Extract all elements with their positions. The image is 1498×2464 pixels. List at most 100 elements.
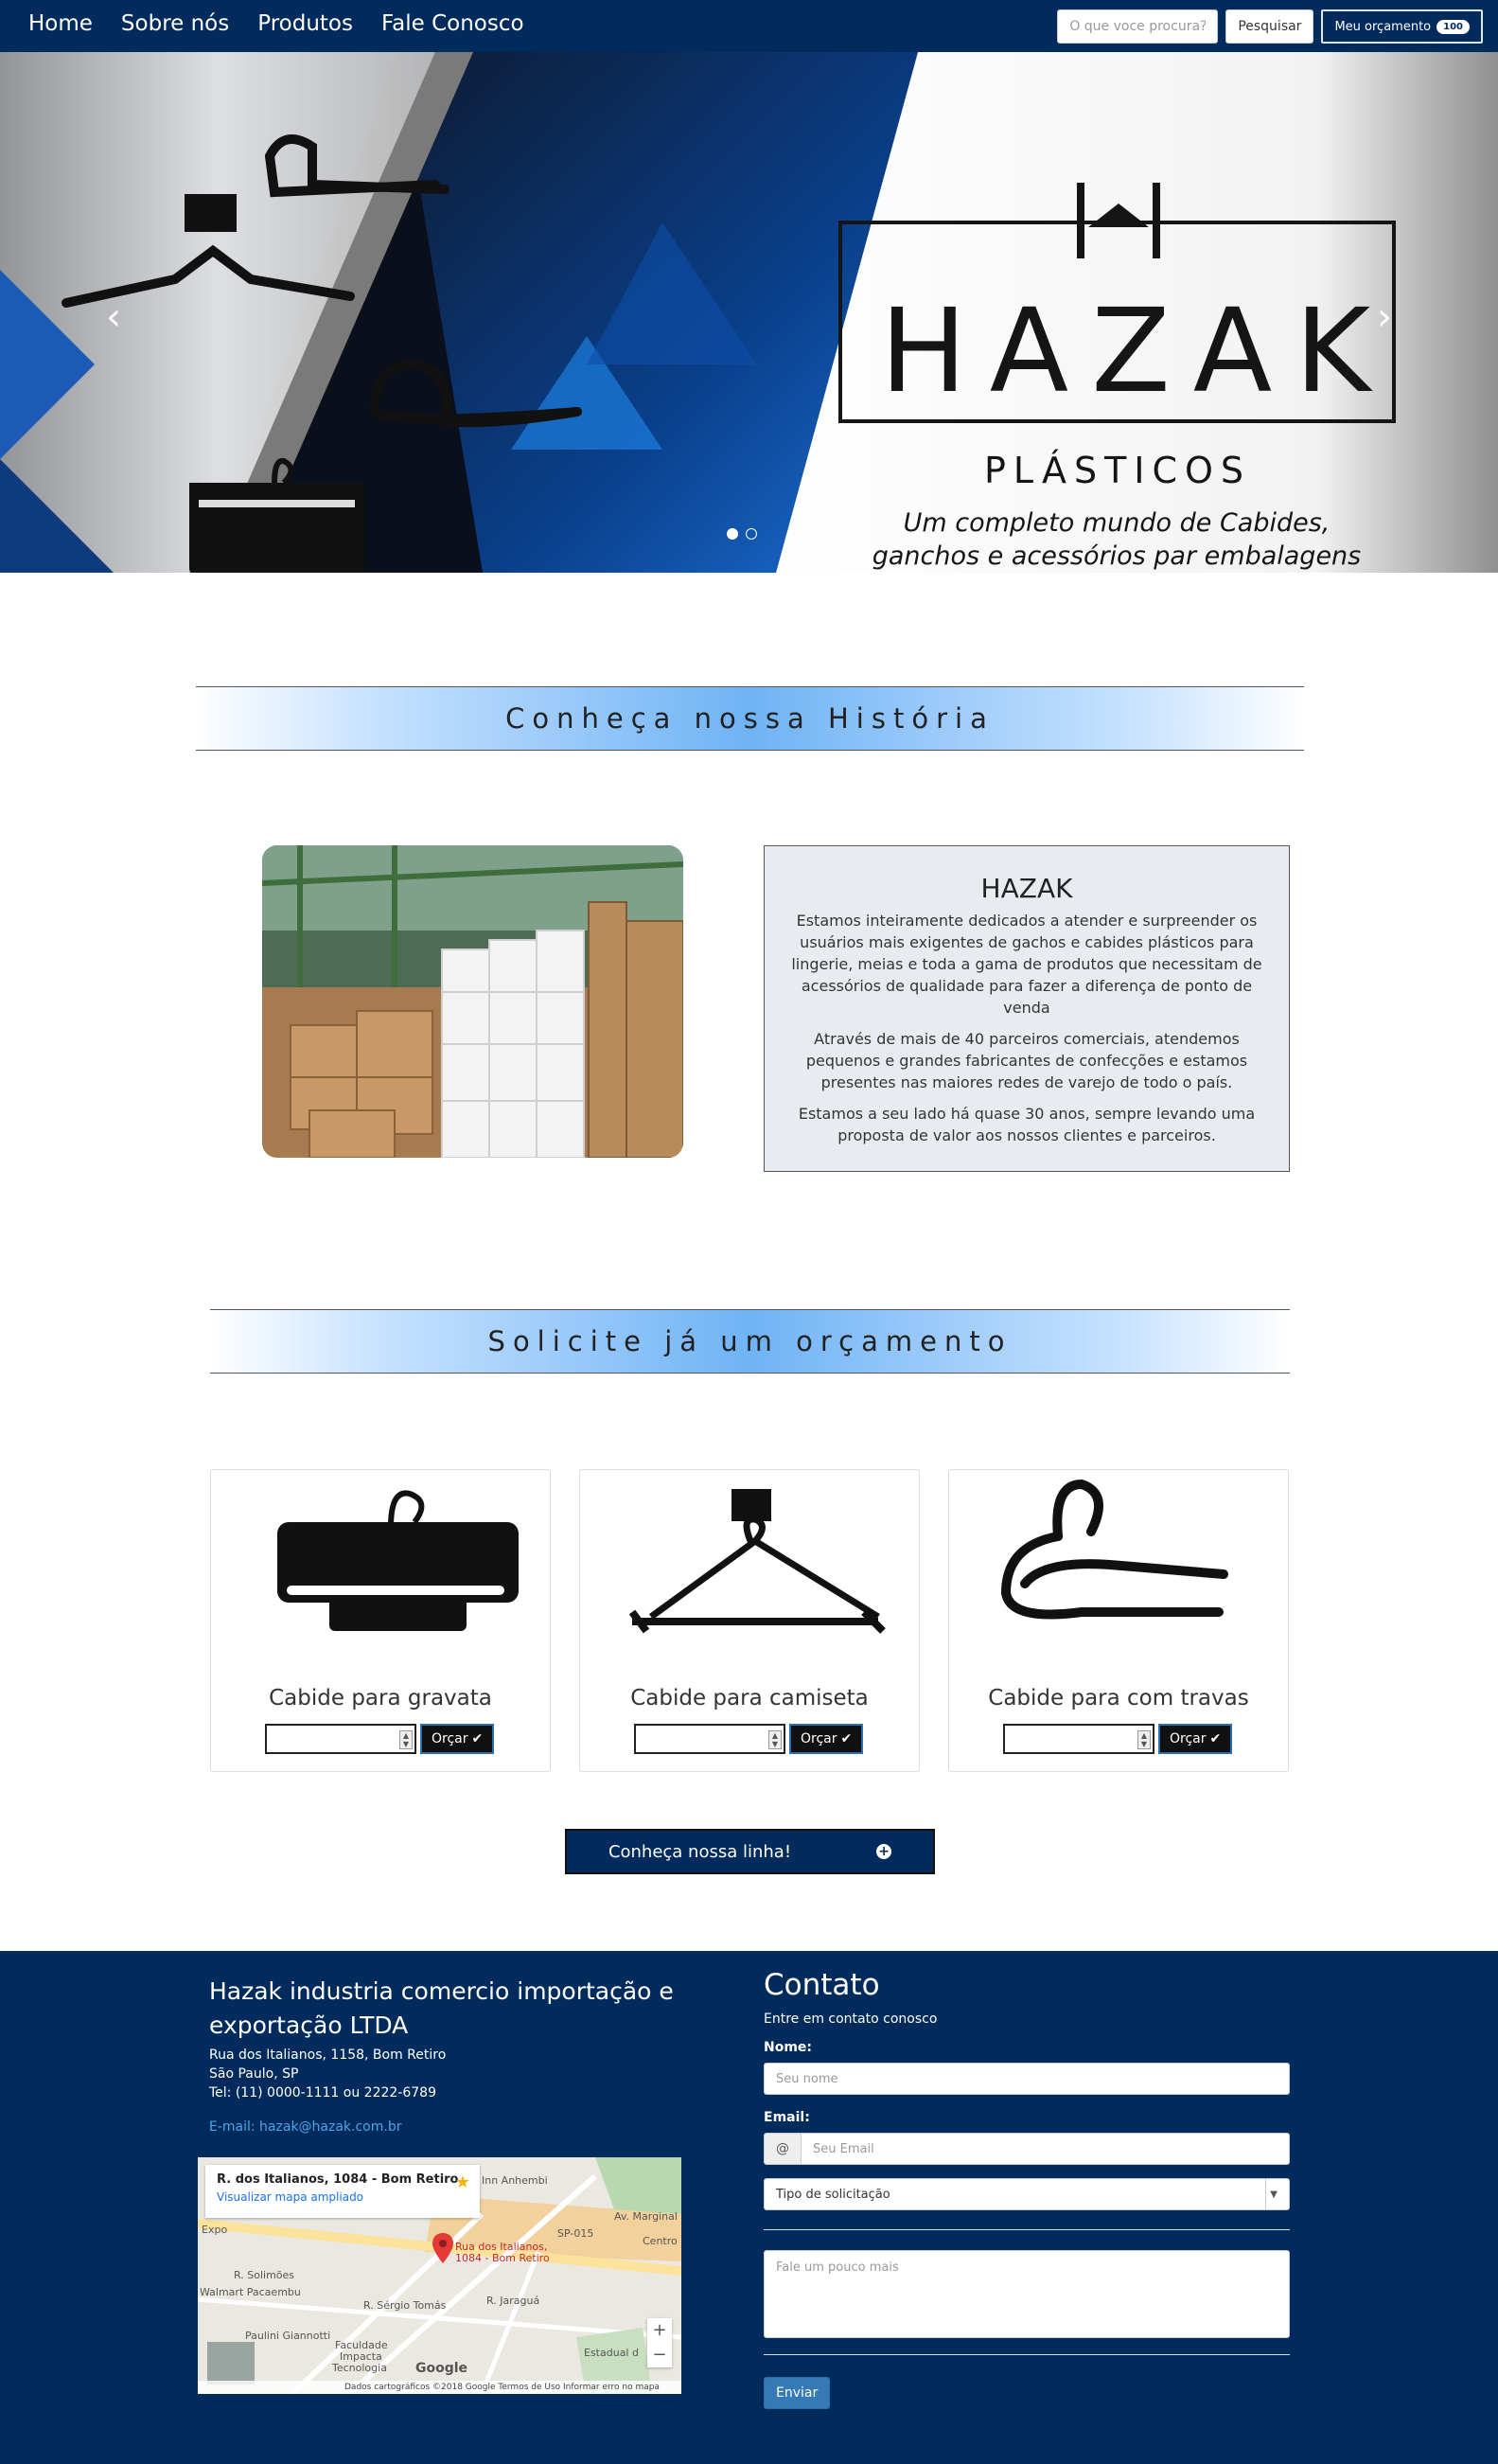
quote-form: ▲ ▼ Orçar ✔ — [1003, 1724, 1233, 1754]
lock-hanger-icon — [1000, 1479, 1228, 1620]
nav-link-produtos[interactable]: Produtos — [257, 11, 353, 36]
quantity-spinner-icon[interactable]: ▲ ▼ — [768, 1730, 782, 1749]
cart-button[interactable]: Meu orçamento 100 — [1321, 9, 1483, 44]
name-field[interactable] — [764, 2063, 1290, 2095]
map-enlarge-link[interactable]: Visualizar mapa ampliado — [217, 2190, 468, 2204]
quantity-input[interactable]: ▲ ▼ — [265, 1724, 416, 1754]
address-line-2: São Paulo, SP — [209, 2066, 299, 2082]
history-heading: Conheça nossa História — [196, 686, 1304, 751]
carousel-next-icon[interactable]: › — [1366, 289, 1403, 346]
map-label: Centro — [643, 2235, 678, 2247]
carousel-prev-icon[interactable]: ‹ — [95, 289, 132, 346]
email-label: Email: — [764, 2110, 810, 2125]
email-link[interactable]: E-mail: hazak@hazak.com.br — [209, 2119, 401, 2135]
hero-carousel: HAZAK PLÁSTICOS Um completo mundo de Cab… — [0, 52, 1498, 573]
quote-button[interactable]: Orçar ✔ — [789, 1724, 864, 1754]
map-label: R. Jaraguá — [486, 2295, 540, 2307]
check-icon: ✔ — [471, 1731, 484, 1746]
plus-circle-icon: + — [876, 1844, 892, 1859]
address-line-1: Rua dos Italianos, 1158, Bom Retiro — [209, 2047, 447, 2063]
about-paragraph-3: Estamos a seu lado há quase 30 anos, sem… — [798, 1105, 1256, 1144]
star-icon[interactable]: ★ — [455, 2172, 470, 2192]
nav-actions: Pesquisar Meu orçamento 100 — [1057, 9, 1483, 44]
form-divider — [764, 2354, 1290, 2355]
map-pin-icon[interactable] — [432, 2233, 453, 2267]
history-heading-text: Conheça nossa História — [505, 702, 995, 735]
request-type-value: Tipo de solicitação — [776, 2187, 890, 2202]
about-paragraph-1: Estamos inteiramente dedicados a atender… — [791, 912, 1262, 1017]
product-title: Cabide para camiseta — [630, 1686, 869, 1711]
quantity-spinner-icon[interactable]: ▲ ▼ — [399, 1730, 413, 1749]
product-card-3: Cabide para com travas ▲ ▼ Orçar ✔ — [948, 1469, 1289, 1772]
map-label: Walmart Pacaembu — [200, 2286, 301, 2298]
quantity-spinner-icon[interactable]: ▲ ▼ — [1137, 1730, 1151, 1749]
map-label: Expo — [202, 2224, 228, 2236]
product-card-1: Cabide para gravata ▲ ▼ Orçar ✔ — [210, 1469, 551, 1772]
shirt-hanger-icon — [628, 1489, 886, 1634]
product-title: Cabide para gravata — [269, 1686, 492, 1711]
google-map[interactable]: R. dos Italianos, 1084 - Bom Retiro Visu… — [198, 2157, 681, 2394]
hero-brand: HAZAK — [880, 284, 1394, 418]
quote-button-label: Orçar — [801, 1731, 837, 1746]
phone: Tel: (11) 0000-1111 ou 2222-6789 — [209, 2085, 436, 2101]
about-box: HAZAK Estamos inteiramente dedicados a a… — [764, 845, 1290, 1172]
map-pin-label-2: 1084 - Bom Retiro — [455, 2252, 550, 2264]
map-label: Paulini Giannotti — [245, 2330, 331, 2342]
hero-tagline-line-1: Um completo mundo de Cabides, — [903, 508, 1331, 538]
warehouse-photo — [262, 845, 683, 1158]
cart-count-badge: 100 — [1436, 19, 1470, 34]
cart-label: Meu orçamento — [1334, 19, 1432, 34]
message-field[interactable] — [764, 2250, 1290, 2338]
company-address: Rua dos Italianos, 1158, Bom Retiro São … — [209, 2046, 446, 2102]
map-info-card: R. dos Italianos, 1084 - Bom Retiro Visu… — [205, 2165, 480, 2218]
contact-title: Contato — [764, 1968, 880, 2002]
map-label: Av. Marginal — [614, 2210, 678, 2223]
at-sign-icon: @ — [764, 2133, 802, 2165]
map-label: Inn Anhembi — [482, 2174, 548, 2187]
quote-button-label: Orçar — [1170, 1731, 1207, 1746]
quantity-input[interactable]: ▲ ▼ — [1003, 1724, 1154, 1754]
quote-form: ▲ ▼ Orçar ✔ — [265, 1724, 495, 1754]
map-label: Tecnologia — [332, 2362, 387, 2374]
warehouse-image — [262, 845, 683, 1158]
check-icon: ✔ — [840, 1731, 853, 1746]
map-label: R. Sérgio Tomás — [363, 2299, 447, 2312]
nav-link-sobre[interactable]: Sobre nós — [121, 11, 229, 36]
map-label: SP-015 — [557, 2227, 594, 2240]
search-button[interactable]: Pesquisar — [1225, 9, 1314, 44]
quote-button-label: Orçar — [432, 1731, 468, 1746]
name-label: Nome: — [764, 2040, 813, 2055]
map-card-title: R. dos Italianos, 1084 - Bom Retiro — [217, 2172, 459, 2187]
about-paragraph-2: Através de mais de 40 parceiros comercia… — [805, 1030, 1248, 1091]
quote-button[interactable]: Orçar ✔ — [420, 1724, 495, 1754]
hero-tagline-line-2: ganchos e acessórios par embalagens — [872, 541, 1362, 572]
footer: Hazak industria comercio importação e ex… — [0, 1951, 1498, 2464]
carousel-dot-2[interactable] — [746, 528, 757, 540]
hero-tagline: Um completo mundo de Cabides, ganchos e … — [852, 506, 1382, 573]
chevron-down-icon: ▼ — [1265, 2179, 1278, 2209]
search-input[interactable] — [1057, 9, 1219, 44]
request-type-select[interactable]: Tipo de solicitação ▼ — [764, 2178, 1290, 2210]
map-label: Estadual d — [584, 2347, 639, 2359]
map-zoom-control[interactable]: + − — [647, 2318, 672, 2367]
email-field[interactable] — [802, 2133, 1290, 2165]
carousel-indicators — [727, 528, 757, 540]
map-label: R. Solimões — [234, 2269, 295, 2281]
top-navbar: Home Sobre nós Produtos Fale Conosco Pes… — [0, 0, 1498, 52]
google-logo: Google — [415, 2361, 468, 2376]
quote-form: ▲ ▼ Orçar ✔ — [634, 1724, 864, 1754]
contact-subtitle: Entre em contato conosco — [764, 2012, 938, 2027]
quote-heading-text: Solicite já um orçamento — [487, 1325, 1013, 1357]
product-line-label: Conheça nossa linha! — [608, 1841, 792, 1862]
product-card-2: Cabide para camiseta ▲ ▼ Orçar ✔ — [579, 1469, 920, 1772]
tie-hanger-icon — [277, 1490, 519, 1631]
email-group: @ — [764, 2133, 1290, 2165]
product-line-button[interactable]: Conheça nossa linha! + — [565, 1829, 935, 1874]
carousel-dot-1[interactable] — [727, 528, 738, 540]
quantity-input[interactable]: ▲ ▼ — [634, 1724, 785, 1754]
submit-button[interactable]: Enviar — [764, 2377, 831, 2409]
nav-link-contato[interactable]: Fale Conosco — [381, 11, 524, 36]
nav-link-home[interactable]: Home — [28, 11, 93, 36]
map-attribution: Dados cartográficos ©2018 Google Termos … — [198, 2381, 681, 2394]
quote-button[interactable]: Orçar ✔ — [1158, 1724, 1233, 1754]
